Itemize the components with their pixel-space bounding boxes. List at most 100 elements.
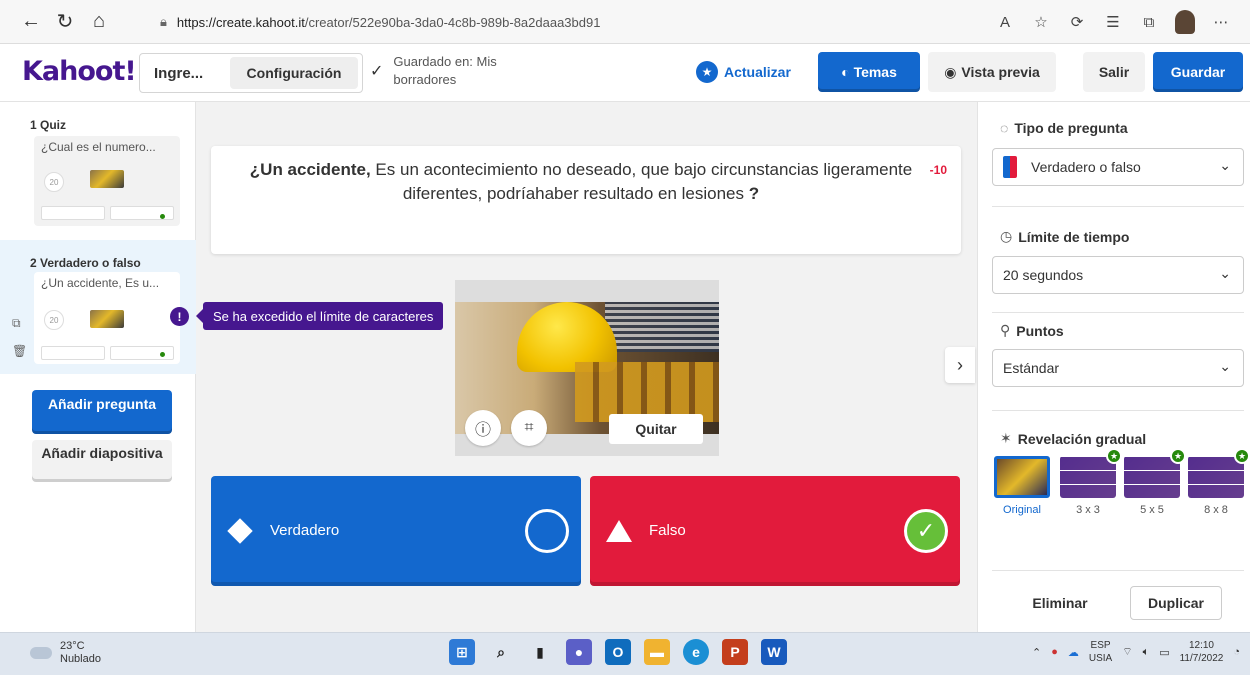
favorites-bar-icon[interactable]: ☰ <box>1096 8 1130 36</box>
save-button[interactable]: Guardar <box>1153 52 1243 92</box>
slide-thumbnail[interactable]: ¿Un accidente, Es u... 20 <box>34 272 180 364</box>
kahoot-title[interactable]: Ingre... <box>140 65 228 82</box>
slide-preview-text: ¿Un accidente, Es u... <box>41 276 160 290</box>
reveal-option-original[interactable]: Original <box>994 456 1050 516</box>
duplicate-button[interactable]: Duplicar <box>1130 586 1222 620</box>
kahoot-title-box[interactable]: Ingre... Configuración <box>139 53 363 93</box>
chevron-down-icon: ⌄ <box>1219 265 1231 281</box>
slide-image <box>90 310 124 328</box>
delete-button[interactable]: Eliminar <box>1016 586 1104 620</box>
question-end-text: ? <box>748 184 760 203</box>
answer-placeholder <box>41 206 105 220</box>
file-explorer-icon[interactable]: ▬ <box>644 639 670 665</box>
weather-temp: 23°C <box>60 640 85 652</box>
media-container: ⓘ ⌗ Quitar <box>455 280 719 456</box>
slide-item[interactable]: 1 Quiz ¿Cual es el numero... 20 <box>0 114 196 234</box>
chevron-right-icon[interactable]: › <box>945 347 975 383</box>
divider <box>992 570 1244 571</box>
char-limit-tooltip: Se ha excedido el límite de caracteres <box>195 302 444 330</box>
correct-toggle[interactable] <box>525 509 569 553</box>
points-select[interactable]: Estándar ⌄ <box>992 349 1244 387</box>
app-tray-icon[interactable]: ● <box>1051 646 1058 658</box>
time-limit-label: Límite de tiempo <box>1018 228 1130 245</box>
answer-label: Falso <box>649 522 686 539</box>
warning-icon[interactable]: ! <box>170 307 189 326</box>
chevron-up-icon[interactable]: ⌃ <box>1032 646 1041 659</box>
edge-icon[interactable]: e <box>683 639 709 665</box>
themes-button[interactable]: ◐ Temas <box>818 52 920 92</box>
clock[interactable]: 12:10 11/7/2022 <box>1180 639 1224 665</box>
answer-false[interactable]: Falso ✓ <box>590 476 960 586</box>
extensions-icon[interactable]: ⟳ <box>1060 8 1094 36</box>
wifi-icon[interactable]: ⌔ <box>1122 645 1132 659</box>
crop-icon[interactable]: ⌗ <box>511 410 547 446</box>
more-menu-icon[interactable]: ⋯ <box>1204 8 1238 36</box>
correct-dot-icon <box>160 214 165 219</box>
info-icon[interactable]: ⓘ <box>465 410 501 446</box>
weather-widget[interactable]: 23°C Nublado <box>30 640 101 666</box>
timer-badge: 20 <box>44 310 64 330</box>
slide-label: 2 Verdadero o falso <box>30 256 141 270</box>
address-bar[interactable]: 🔒︎ https://create.kahoot.it/creator/522e… <box>160 11 600 33</box>
premium-star-icon: ★ <box>1170 448 1186 464</box>
answer-true[interactable]: Verdadero <box>211 476 581 586</box>
settings-button[interactable]: Configuración <box>230 57 358 89</box>
profile-avatar[interactable] <box>1168 8 1202 36</box>
volume-icon[interactable]: 🔈︎ <box>1143 646 1150 659</box>
reveal-option-3x3[interactable]: ★ 3 x 3 <box>1060 448 1122 516</box>
word-icon[interactable]: W <box>761 639 787 665</box>
reveal-thumbnail <box>1124 456 1180 498</box>
reveal-heading: ✶ Revelación gradual <box>1000 430 1146 447</box>
read-aloud-icon[interactable]: A <box>988 8 1022 36</box>
triangle-icon <box>606 518 632 544</box>
slide-label: 1 Quiz <box>30 118 67 132</box>
collections-icon[interactable]: ⧉ <box>1132 8 1166 36</box>
outlook-icon[interactable]: O <box>605 639 631 665</box>
time-limit-select[interactable]: 20 segundos ⌄ <box>992 256 1244 294</box>
slide-thumbnail[interactable]: ¿Cual es el numero... 20 <box>34 136 180 226</box>
task-view-icon[interactable]: ▮ <box>527 639 553 665</box>
notification-icon[interactable]: ◔ <box>1233 646 1240 658</box>
upgrade-link[interactable]: ★ Actualizar <box>696 61 791 83</box>
slide-item-selected[interactable]: 2 Verdadero o falso ¿Un accidente, Es u.… <box>0 240 196 374</box>
medal-icon: ⚲ <box>1000 322 1011 338</box>
slides-sidebar: 1 Quiz ¿Cual es el numero... 20 2 Verdad… <box>0 102 196 632</box>
chat-icon[interactable]: ● <box>566 639 592 665</box>
search-icon[interactable]: ⌕ <box>488 639 514 665</box>
refresh-icon[interactable]: ↻ <box>48 5 82 39</box>
answer-label: Verdadero <box>270 522 340 539</box>
upgrade-label: Actualizar <box>724 64 791 80</box>
remove-image-button[interactable]: Quitar <box>609 414 703 444</box>
start-icon[interactable]: ⊞ <box>449 639 475 665</box>
onedrive-icon[interactable]: ☁︎ <box>1068 646 1079 659</box>
favorite-star-icon[interactable]: ☆ <box>1024 8 1058 36</box>
exit-button[interactable]: Salir <box>1083 52 1145 92</box>
question-type-select[interactable]: Verdadero o falso ⌄ <box>992 148 1244 186</box>
trash-icon[interactable]: 🗑︎ <box>12 344 27 358</box>
points-label: Puntos <box>1016 322 1064 339</box>
themes-label: Temas <box>853 64 897 80</box>
add-slide-button[interactable]: Añadir diapositiva <box>32 440 172 482</box>
home-icon[interactable]: ⌂ <box>82 5 116 39</box>
preview-button[interactable]: ◉ Vista previa <box>928 52 1056 92</box>
divider <box>992 312 1244 313</box>
preview-label: Vista previa <box>961 64 1040 80</box>
reveal-option-8x8[interactable]: ★ 8 x 8 <box>1188 448 1250 516</box>
premium-star-icon: ★ <box>1106 448 1122 464</box>
points-value: Estándar <box>1003 360 1060 376</box>
kahoot-logo[interactable]: Kahoot! <box>22 56 137 87</box>
add-question-button[interactable]: Añadir pregunta <box>32 390 172 434</box>
reveal-option-label: Original <box>1003 504 1041 516</box>
reveal-thumbnail <box>1060 456 1116 498</box>
language-indicator[interactable]: ESP USIA <box>1089 639 1112 665</box>
lang-layout: USIA <box>1088 653 1113 664</box>
question-text: Es un acontecimiento no deseado, que baj… <box>370 160 913 203</box>
diamond-icon <box>227 518 253 544</box>
battery-icon[interactable]: ▭ <box>1159 646 1169 659</box>
powerpoint-icon[interactable]: P <box>722 639 748 665</box>
duplicate-icon[interactable]: ⧉ <box>12 316 21 331</box>
back-arrow-icon[interactable]: ← <box>14 5 48 39</box>
correct-check-icon[interactable]: ✓ <box>904 509 948 553</box>
reveal-option-5x5[interactable]: ★ 5 x 5 <box>1124 448 1186 516</box>
question-input[interactable]: ¿Un accidente, Es un acontecimiento no d… <box>211 146 961 254</box>
